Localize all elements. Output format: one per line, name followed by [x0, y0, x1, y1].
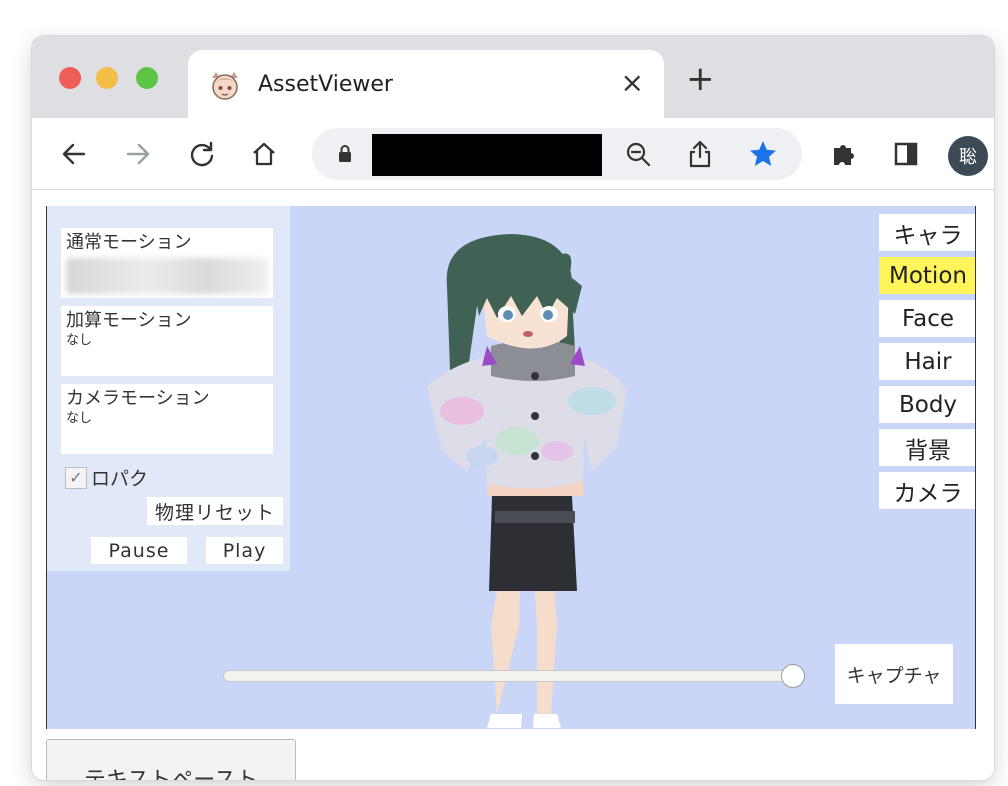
reload-button[interactable]	[180, 132, 224, 176]
browser-toolbar: 聡	[32, 118, 994, 190]
pause-button[interactable]: Pause	[91, 537, 187, 564]
reload-icon	[190, 141, 214, 167]
tab-close-icon[interactable]: ×	[621, 66, 644, 100]
check-icon: ✓	[69, 468, 83, 487]
menu-item-background[interactable]: 背景	[879, 429, 975, 466]
normal-motion-label: 通常モーション	[66, 232, 192, 253]
arrow-left-icon	[62, 143, 86, 165]
timeline-slider-track[interactable]	[223, 670, 795, 682]
share-icon[interactable]	[686, 139, 714, 169]
timeline-slider-thumb[interactable]	[781, 664, 805, 688]
text-paste-button[interactable]: テキストペースト	[46, 739, 296, 780]
anime-face-favicon-icon	[212, 72, 238, 100]
lip-sync-checkbox[interactable]: ✓	[65, 466, 87, 489]
forward-button[interactable]	[116, 132, 160, 176]
additive-motion-box[interactable]: 加算モーション なし	[61, 306, 273, 376]
tab-assetviewer[interactable]: AssetViewer ×	[188, 50, 664, 118]
maximize-window-button[interactable]	[136, 67, 158, 89]
zoom-out-icon[interactable]	[624, 140, 652, 168]
character-model[interactable]	[387, 226, 647, 729]
additive-motion-value: なし	[66, 333, 93, 348]
new-tab-button[interactable]: +	[686, 62, 715, 96]
side-panel-button[interactable]	[884, 132, 928, 176]
address-bar[interactable]	[312, 128, 802, 180]
browser-window: AssetViewer × + 聡 通常モーション 加算モーション なし カメラ…	[32, 36, 994, 780]
normal-motion-value-blurred	[66, 258, 268, 294]
arrow-right-icon	[126, 143, 150, 165]
bookmark-star-icon[interactable]	[748, 139, 778, 169]
motion-control-panel: 通常モーション 加算モーション なし カメラモーション なし ✓ ロパク 物理リ…	[47, 206, 290, 571]
tab-title: AssetViewer	[258, 72, 393, 97]
minimize-window-button[interactable]	[96, 67, 118, 89]
normal-motion-box[interactable]: 通常モーション	[61, 228, 273, 298]
home-icon	[253, 142, 275, 166]
extensions-button[interactable]	[822, 132, 866, 176]
back-button[interactable]	[52, 132, 96, 176]
menu-item-body[interactable]: Body	[879, 386, 975, 423]
camera-motion-box[interactable]: カメラモーション なし	[61, 384, 273, 454]
camera-motion-label: カメラモーション	[66, 388, 210, 409]
lip-sync-toggle[interactable]: ✓ ロパク	[65, 464, 148, 491]
menu-item-chara[interactable]: キャラ	[879, 214, 975, 251]
menu-item-camera[interactable]: カメラ	[879, 472, 975, 509]
close-window-button[interactable]	[59, 67, 81, 89]
menu-item-face[interactable]: Face	[879, 300, 975, 337]
lip-sync-label: ロパク	[91, 468, 149, 490]
play-button[interactable]: Play	[206, 537, 283, 564]
puzzle-piece-icon	[834, 145, 854, 165]
physics-reset-button[interactable]: 物理リセット	[147, 497, 283, 525]
additive-motion-label: 加算モーション	[66, 310, 192, 331]
profile-avatar[interactable]: 聡	[948, 136, 988, 176]
tab-strip: AssetViewer × +	[32, 36, 994, 118]
side-panel-icon	[894, 142, 918, 166]
model-viewer[interactable]: 通常モーション 加算モーション なし カメラモーション なし ✓ ロパク 物理リ…	[46, 206, 976, 729]
capture-button[interactable]: キャプチャ	[835, 644, 953, 704]
page-content: 通常モーション 加算モーション なし カメラモーション なし ✓ ロパク 物理リ…	[32, 191, 994, 780]
menu-item-motion[interactable]: Motion	[879, 257, 975, 294]
home-button[interactable]	[242, 132, 286, 176]
menu-item-hair[interactable]: Hair	[879, 343, 975, 380]
lock-icon[interactable]	[336, 144, 354, 164]
camera-motion-value: なし	[66, 411, 93, 426]
redacted-url	[372, 134, 602, 176]
